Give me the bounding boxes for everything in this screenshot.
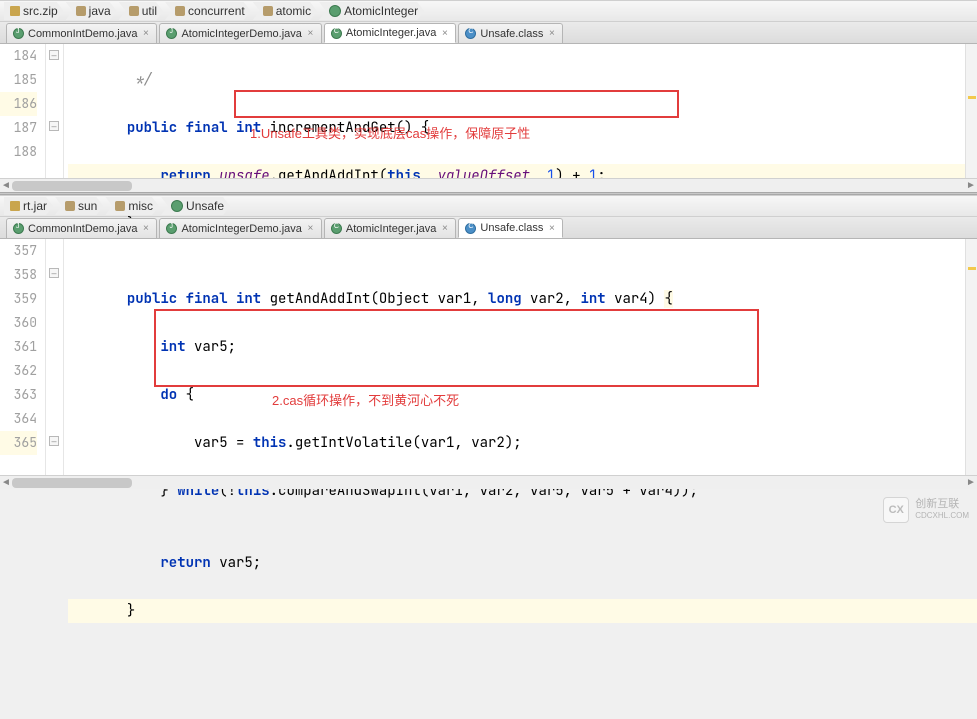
line-number: 186 [0, 92, 37, 116]
hscroll-bottom[interactable]: ◄ ► [0, 475, 977, 489]
watermark-logo-icon: CX [883, 497, 909, 523]
scroll-thumb[interactable] [12, 181, 132, 191]
fold-collapse-icon[interactable]: – [49, 50, 59, 60]
java-file-icon [166, 223, 177, 234]
line-number: 363 [0, 383, 37, 407]
code-line: public final int getAndAddInt(Object var… [68, 287, 977, 311]
crumb-src-zip[interactable]: src.zip [4, 2, 64, 20]
watermark: CX 创新互联 CDCXHL.COM [883, 497, 969, 523]
close-icon[interactable]: × [547, 224, 556, 233]
watermark-sub: CDCXHL.COM [915, 510, 969, 522]
gutter-top: 184 185 186 187 188 [0, 44, 46, 178]
java-file-icon [13, 223, 24, 234]
marker-tick[interactable] [968, 96, 976, 99]
breadcrumb-top: src.zip java util concurrent atomic Atom… [0, 0, 977, 22]
tab-atomicintegerdemo[interactable]: AtomicIntegerDemo.java× [159, 218, 321, 238]
java-file-icon [166, 28, 177, 39]
line-number: 364 [0, 407, 37, 431]
tab-atomicinteger[interactable]: AtomicInteger.java× [324, 23, 457, 43]
line-number: 357 [0, 239, 37, 263]
close-icon[interactable]: × [141, 29, 150, 38]
fold-collapse-icon[interactable]: – [49, 268, 59, 278]
code-line: return var5; [68, 551, 977, 575]
class-binary-icon [465, 223, 476, 234]
line-number: 365 [0, 431, 37, 455]
line-number: 187 [0, 116, 37, 140]
line-number: 358 [0, 263, 37, 287]
crumb-rt-jar[interactable]: rt.jar [4, 197, 53, 215]
fold-column-top[interactable]: – – [46, 44, 64, 178]
class-binary-icon [465, 28, 476, 39]
close-icon[interactable]: × [440, 224, 449, 233]
line-number: 188 [0, 140, 37, 164]
code-area-bottom[interactable]: public final int getAndAddInt(Object var… [64, 239, 977, 475]
scroll-right-icon[interactable]: ► [965, 180, 977, 192]
gutter-bottom: 357 358 359 360 361 362 363 364 365 [0, 239, 46, 475]
code-line: var5 = this.getIntVolatile(var1, var2); [68, 431, 977, 455]
marker-column-bottom[interactable] [965, 239, 977, 475]
close-icon[interactable]: × [306, 29, 315, 38]
line-number: 184 [0, 44, 37, 68]
code-line: public final int incrementAndGet() { [68, 116, 977, 140]
fold-column-bottom[interactable]: – – [46, 239, 64, 475]
code-line: int var5; [68, 335, 977, 359]
crumb-sun[interactable]: sun [55, 197, 103, 215]
class-file-icon [331, 223, 342, 234]
bottom-panel: rt.jar sun misc Unsafe CommonIntDemo.jav… [0, 195, 977, 489]
code-line: } [68, 599, 977, 623]
line-number: 185 [0, 68, 37, 92]
close-icon[interactable]: × [547, 29, 556, 38]
crumb-atomic[interactable]: atomic [253, 2, 317, 20]
close-icon[interactable]: × [440, 29, 449, 38]
tab-atomicintegerdemo[interactable]: AtomicIntegerDemo.java× [159, 23, 321, 43]
crumb-unsafe[interactable]: Unsafe [161, 197, 230, 215]
tab-unsafe[interactable]: Unsafe.class× [458, 23, 563, 43]
crumb-util[interactable]: util [119, 2, 163, 20]
line-number: 361 [0, 335, 37, 359]
tab-commonintdemo[interactable]: CommonIntDemo.java× [6, 23, 157, 43]
fold-collapse-icon[interactable]: – [49, 121, 59, 131]
scroll-left-icon[interactable]: ◄ [0, 477, 12, 489]
java-file-icon [13, 28, 24, 39]
class-file-icon [331, 28, 342, 39]
line-number: 359 [0, 287, 37, 311]
annotation-box-1 [234, 90, 679, 118]
tab-atomicinteger[interactable]: AtomicInteger.java× [324, 218, 457, 238]
editor-top[interactable]: 184 185 186 187 188 – – */ public final … [0, 44, 977, 178]
code-line: do { [68, 383, 977, 407]
marker-column-top[interactable] [965, 44, 977, 178]
crumb-java[interactable]: java [66, 2, 117, 20]
hscroll-top[interactable]: ◄ ► [0, 178, 977, 192]
watermark-brand: 创新互联 [915, 498, 969, 510]
top-panel: src.zip java util concurrent atomic Atom… [0, 0, 977, 192]
scroll-thumb[interactable] [12, 478, 132, 488]
crumb-misc[interactable]: misc [105, 197, 159, 215]
crumb-atomicinteger[interactable]: AtomicInteger [319, 2, 424, 20]
code-area-top[interactable]: */ public final int incrementAndGet() { … [64, 44, 977, 178]
marker-tick[interactable] [968, 267, 976, 270]
close-icon[interactable]: × [306, 224, 315, 233]
fold-collapse-icon[interactable]: – [49, 436, 59, 446]
tabs-top: CommonIntDemo.java× AtomicIntegerDemo.ja… [0, 22, 977, 44]
close-icon[interactable]: × [141, 224, 150, 233]
line-number: 362 [0, 359, 37, 383]
editor-bottom[interactable]: 357 358 359 360 361 362 363 364 365 – – … [0, 239, 977, 475]
tab-commonintdemo[interactable]: CommonIntDemo.java× [6, 218, 157, 238]
scroll-left-icon[interactable]: ◄ [0, 180, 12, 192]
code-line: */ [68, 68, 977, 92]
line-number: 360 [0, 311, 37, 335]
tab-unsafe[interactable]: Unsafe.class× [458, 218, 563, 238]
crumb-concurrent[interactable]: concurrent [165, 2, 251, 20]
scroll-right-icon[interactable]: ► [965, 477, 977, 489]
